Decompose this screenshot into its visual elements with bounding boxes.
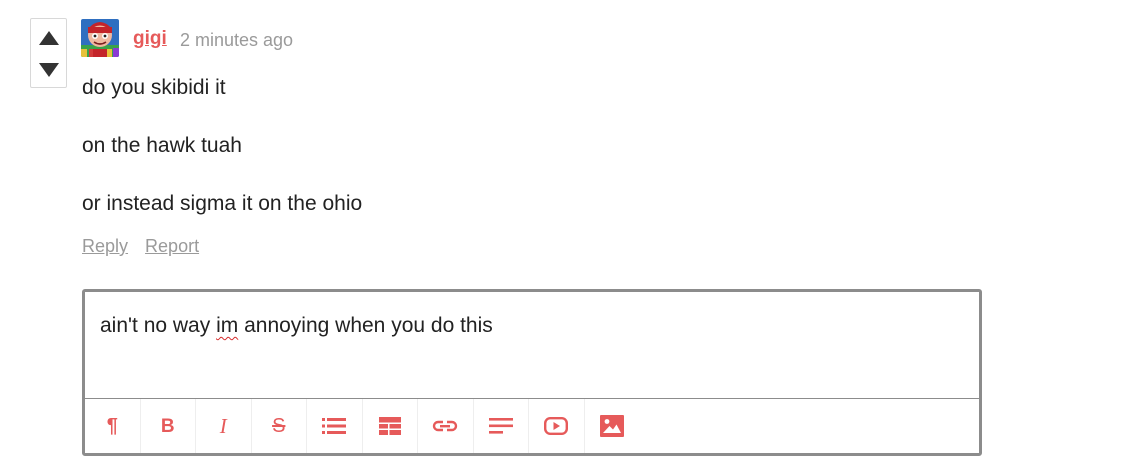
editor-text-segment: annoying when you do this xyxy=(238,314,493,337)
strikethrough-button[interactable]: S xyxy=(252,399,307,453)
video-icon xyxy=(544,417,569,435)
comment-line: on the hawk tuah xyxy=(82,134,242,157)
bulleted-list-icon xyxy=(322,418,347,434)
link-icon xyxy=(433,420,458,432)
image-button[interactable] xyxy=(585,399,641,453)
paragraph-button[interactable]: ¶ xyxy=(85,399,141,453)
username-link[interactable]: gigi xyxy=(133,28,167,50)
comment-line: do you skibidi it xyxy=(82,76,226,99)
avatar-image-icon xyxy=(81,19,119,57)
editor-toolbar: ¶ B I S xyxy=(85,398,979,453)
vote-box xyxy=(30,18,67,88)
reply-link[interactable]: Reply xyxy=(82,236,128,256)
report-link[interactable]: Report xyxy=(145,236,199,256)
link-button[interactable] xyxy=(418,399,474,453)
table-button[interactable] xyxy=(363,399,418,453)
reply-editor: ain't no way im annoying when you do thi… xyxy=(82,289,982,456)
align-button[interactable] xyxy=(474,399,529,453)
downvote-arrow-icon xyxy=(39,63,59,77)
editor-text-segment: ain't no way xyxy=(100,314,217,337)
downvote-button[interactable] xyxy=(38,61,60,79)
italic-button[interactable]: I xyxy=(196,399,252,453)
bulleted-list-button[interactable] xyxy=(307,399,363,453)
comment-line: or instead sigma it on the ohio xyxy=(82,192,363,215)
align-icon xyxy=(488,418,513,434)
paragraph-icon: ¶ xyxy=(106,415,118,437)
image-icon xyxy=(600,415,625,437)
upvote-button[interactable] xyxy=(38,29,60,47)
italic-icon: I xyxy=(219,413,227,438)
strikethrough-icon: S xyxy=(272,415,286,437)
comment-actions: Reply Report xyxy=(82,236,211,257)
video-button[interactable] xyxy=(529,399,585,453)
bold-icon: B xyxy=(160,415,175,437)
comment-timestamp: 2 minutes ago xyxy=(180,30,294,50)
comment-body: do you skibidi it on the hawk tuah or in… xyxy=(82,76,362,250)
misspelled-word[interactable]: im xyxy=(216,314,238,337)
editor-input[interactable]: ain't no way im annoying when you do thi… xyxy=(100,314,493,338)
avatar[interactable] xyxy=(81,19,119,57)
bold-button[interactable]: B xyxy=(141,399,196,453)
upvote-arrow-icon xyxy=(39,31,59,45)
table-icon xyxy=(378,417,401,435)
